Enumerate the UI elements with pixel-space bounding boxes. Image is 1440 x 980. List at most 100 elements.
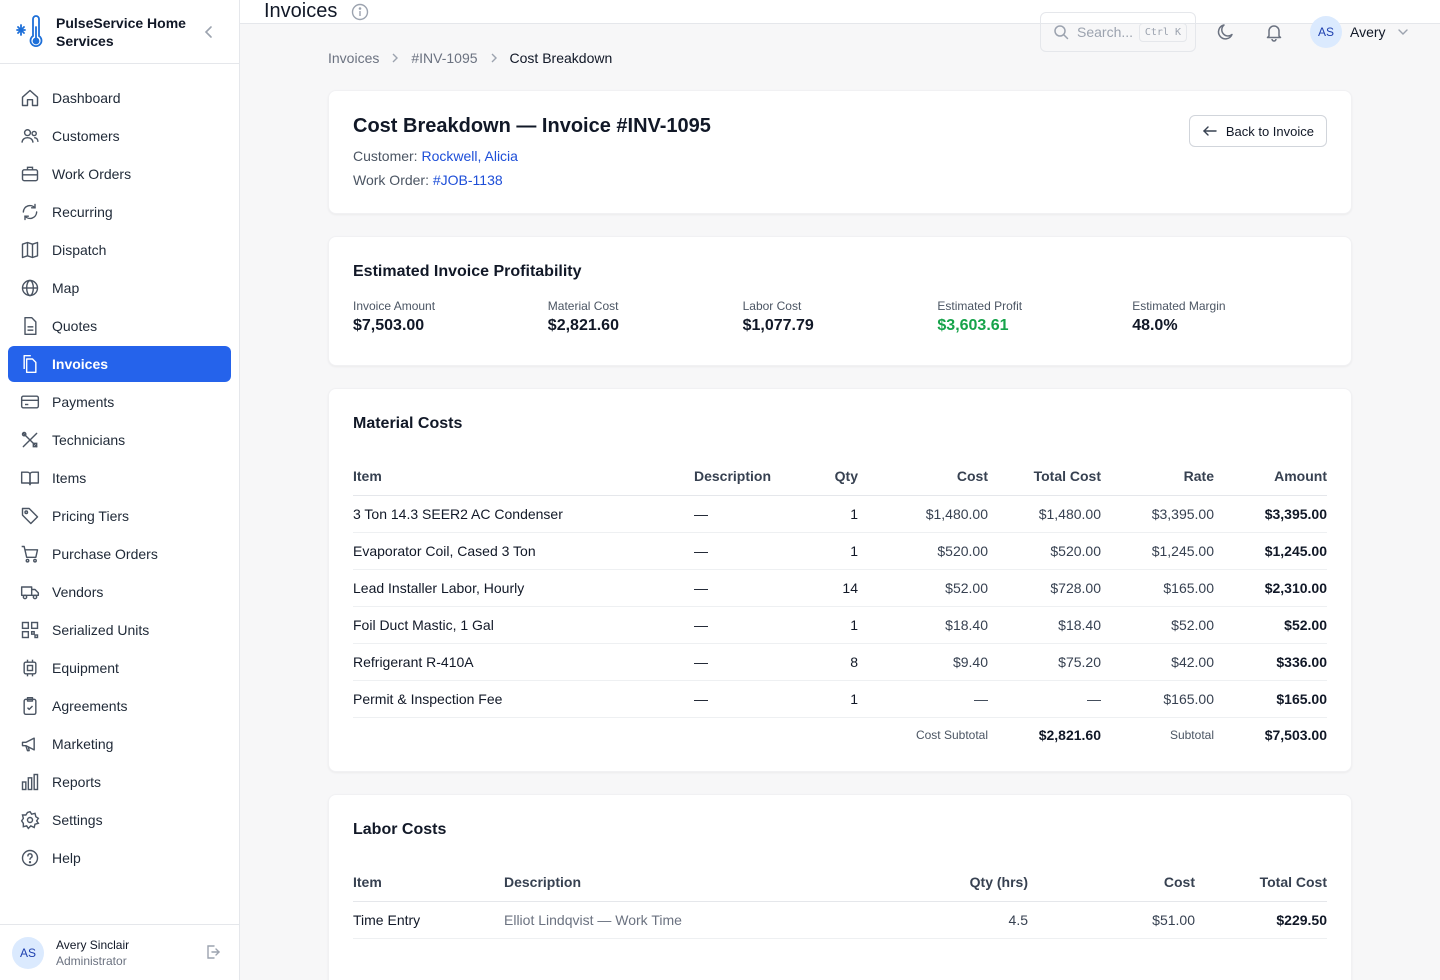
sidebar-item-serialized-units[interactable]: Serialized Units xyxy=(8,612,231,648)
back-to-invoice-button[interactable]: Back to Invoice xyxy=(1188,115,1327,147)
page-title: Invoices xyxy=(264,0,338,22)
cell-item: Time Entry xyxy=(353,901,504,939)
sidebar-item-equipment[interactable]: Equipment xyxy=(8,650,231,686)
work-order-label: Work Order: xyxy=(353,172,429,188)
avatar[interactable]: AS xyxy=(12,936,44,969)
cell-amount: $3,395.00 xyxy=(1214,495,1327,533)
sidebar-item-dispatch[interactable]: Dispatch xyxy=(8,232,231,268)
info-icon[interactable] xyxy=(351,3,369,21)
sidebar-item-map[interactable]: Map xyxy=(8,270,231,306)
refresh-icon xyxy=(22,203,38,221)
table-header-row: Item Description Qty (hrs) Cost Total Co… xyxy=(353,863,1327,902)
sidebar-item-payments[interactable]: Payments xyxy=(8,384,231,420)
table-row: Time Entry Elliot Lindqvist — Work Time … xyxy=(353,901,1327,939)
user-role: Administrator xyxy=(56,953,127,968)
sidebar-item-label: Purchase Orders xyxy=(52,546,158,562)
cell-qty: 1 xyxy=(804,495,858,533)
sidebar-item-label: Reports xyxy=(52,774,102,790)
sidebar-item-quotes[interactable]: Quotes xyxy=(8,308,231,344)
column-header: Item xyxy=(353,863,504,902)
sidebar-item-items[interactable]: Items xyxy=(8,460,231,496)
sidebar-item-recurring[interactable]: Recurring xyxy=(8,194,231,230)
cell-total-cost: $18.40 xyxy=(988,606,1101,644)
breadcrumb-invoices[interactable]: Invoices xyxy=(328,50,379,66)
table-row: Refrigerant R-410A — 8 $9.40 $75.20 $42.… xyxy=(353,643,1327,681)
sidebar-item-settings[interactable]: Settings xyxy=(8,802,231,838)
sidebar-item-work-orders[interactable]: Work Orders xyxy=(8,156,231,192)
column-header: Cost xyxy=(858,457,988,496)
cell-item: Lead Installer Labor, Hourly xyxy=(353,569,694,607)
cell-total-cost: — xyxy=(988,680,1101,718)
empty-cell xyxy=(353,717,694,753)
cell-total-cost: $229.50 xyxy=(1195,901,1327,939)
profitability-stats: Invoice Amount $7,503.00 Material Cost $… xyxy=(353,299,1327,335)
sidebar-item-reports[interactable]: Reports xyxy=(8,764,231,800)
material-costs-card: Material Costs Item Description Qty Cost… xyxy=(328,388,1352,772)
back-button-label: Back to Invoice xyxy=(1225,123,1314,139)
sidebar-item-dashboard[interactable]: Dashboard xyxy=(8,80,231,116)
sidebar-item-label: Technicians xyxy=(52,432,126,448)
sidebar-item-pricing-tiers[interactable]: Pricing Tiers xyxy=(8,498,231,534)
breadcrumb-invoice-id[interactable]: #INV-1095 xyxy=(411,50,477,66)
table-row: Permit & Inspection Fee — 1 — — $165.00 … xyxy=(353,680,1327,718)
sidebar-item-help[interactable]: Help xyxy=(8,840,231,876)
profitability-title: Estimated Invoice Profitability xyxy=(353,263,582,280)
search-box[interactable]: Search... Ctrl K xyxy=(1040,12,1196,52)
stat-value: $7,503.00 xyxy=(353,317,425,334)
column-header: Total Cost xyxy=(988,457,1101,496)
cell-description: — xyxy=(694,569,804,607)
user-menu[interactable]: AS Avery xyxy=(1310,16,1410,48)
cell-description: — xyxy=(694,532,804,570)
material-costs-title: Material Costs xyxy=(353,415,463,432)
invoice-title: Cost Breakdown — Invoice #INV-1095 xyxy=(353,115,711,137)
sidebar-item-invoices[interactable]: Invoices xyxy=(8,346,231,382)
cell-qty: 8 xyxy=(804,643,858,681)
logout-icon[interactable] xyxy=(205,944,221,960)
sidebar-item-label: Dispatch xyxy=(52,242,107,258)
stat-value: $3,603.61 xyxy=(937,317,1009,334)
moon-icon[interactable] xyxy=(1216,22,1236,42)
customer-link[interactable]: Rockwell, Alicia xyxy=(421,148,517,164)
sidebar-item-label: Invoices xyxy=(52,356,109,372)
cell-item: Foil Duct Mastic, 1 Gal xyxy=(353,606,694,644)
cell-total-cost: $520.00 xyxy=(988,532,1101,570)
sidebar-item-technicians[interactable]: Technicians xyxy=(8,422,231,458)
topbar: Invoices Search... Ctrl K AS Avery xyxy=(240,0,1440,52)
cart-icon xyxy=(21,545,39,563)
breadcrumb: Invoices #INV-1095 Cost Breakdown xyxy=(328,48,1352,68)
stat-value: 48.0% xyxy=(1132,317,1178,334)
subtotal-row: Cost Subtotal $2,821.60 Subtotal $7,503.… xyxy=(353,717,1327,753)
sidebar-item-label: Dashboard xyxy=(52,90,121,106)
copy-document-icon xyxy=(23,354,37,374)
cell-cost: $9.40 xyxy=(858,643,988,681)
cell-description: Elliot Lindqvist — Work Time xyxy=(504,901,884,939)
table-header-row: Item Description Qty Cost Total Cost Rat… xyxy=(353,457,1327,496)
profitability-card: Estimated Invoice Profitability Invoice … xyxy=(328,236,1352,366)
column-header: Total Cost xyxy=(1195,863,1327,902)
briefcase-icon xyxy=(21,166,39,182)
labor-costs-title: Labor Costs xyxy=(353,821,447,838)
sidebar-item-agreements[interactable]: Agreements xyxy=(8,688,231,724)
stat-label: Estimated Profit xyxy=(937,299,1023,313)
search-input[interactable]: Search... xyxy=(1077,24,1139,40)
search-shortcut: Ctrl K xyxy=(1138,22,1187,42)
sidebar-item-vendors[interactable]: Vendors xyxy=(8,574,231,610)
chevron-right-icon xyxy=(491,53,497,63)
chevron-left-icon[interactable] xyxy=(201,22,217,42)
table-row: Evaporator Coil, Cased 3 Ton — 1 $520.00… xyxy=(353,532,1327,570)
labor-costs-card: Labor Costs Item Description Qty (hrs) C… xyxy=(328,794,1352,980)
bell-icon[interactable] xyxy=(1264,22,1284,42)
stat-label: Labor Cost xyxy=(742,299,802,313)
sidebar-item-marketing[interactable]: Marketing xyxy=(8,726,231,762)
sidebar-item-purchase-orders[interactable]: Purchase Orders xyxy=(8,536,231,572)
work-order-link[interactable]: #JOB-1138 xyxy=(433,172,503,188)
sidebar-item-customers[interactable]: Customers xyxy=(8,118,231,154)
tools-icon xyxy=(21,431,38,448)
cell-item: Evaporator Coil, Cased 3 Ton xyxy=(353,532,694,570)
sidebar-item-label: Payments xyxy=(52,394,115,410)
breadcrumb-current: Cost Breakdown xyxy=(509,50,613,66)
material-costs-table: Item Description Qty Cost Total Cost Rat… xyxy=(353,457,1327,753)
stat-labor-cost: Labor Cost $1,077.79 xyxy=(743,299,938,335)
content: Invoices #INV-1095 Cost Breakdown Cost B… xyxy=(240,24,1440,980)
table-row: Lead Installer Labor, Hourly — 14 $52.00… xyxy=(353,569,1327,607)
